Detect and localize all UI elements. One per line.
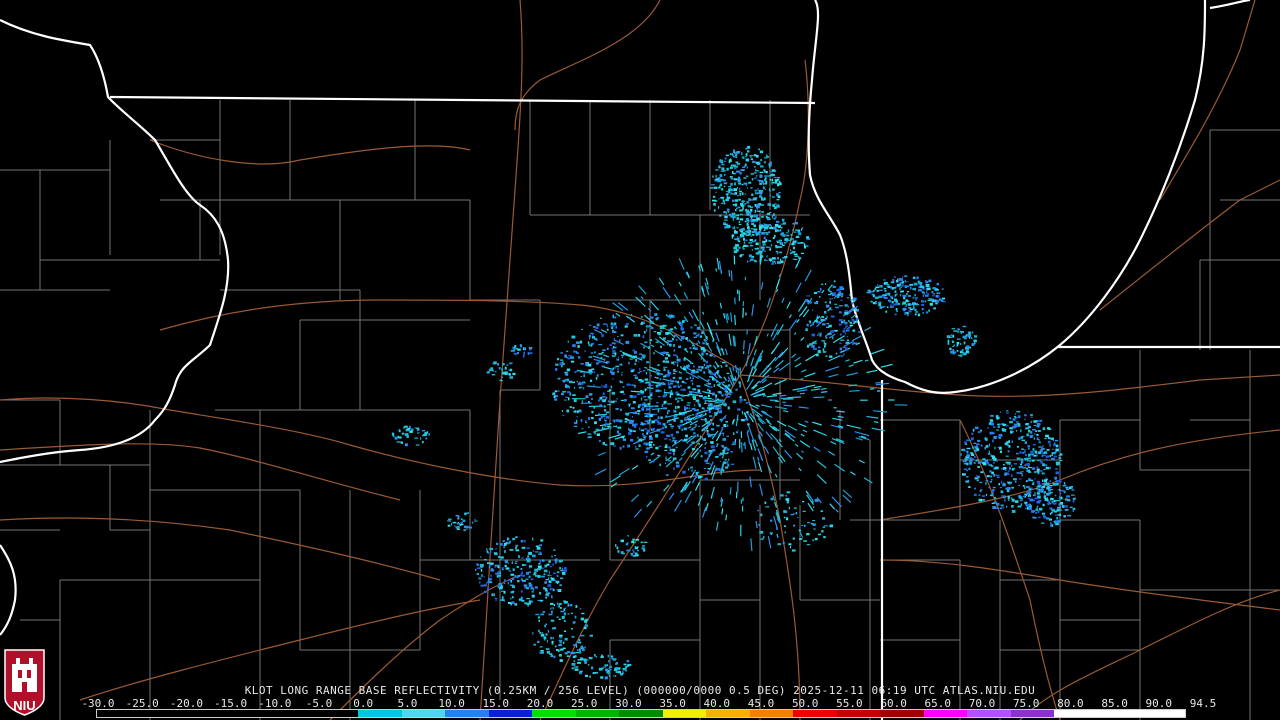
county-borders bbox=[0, 100, 1280, 720]
colorbar-segment bbox=[532, 710, 576, 717]
colorbar-segment bbox=[923, 710, 968, 717]
colorbar-segment bbox=[619, 710, 663, 717]
colorbar-segment bbox=[706, 710, 750, 717]
colorbar-segment bbox=[314, 710, 359, 717]
colorbar-segment bbox=[749, 710, 794, 717]
colorbar-segment bbox=[140, 710, 185, 717]
colorbar-segment bbox=[488, 710, 533, 717]
colorbar-segment bbox=[836, 710, 881, 717]
colorbar-segment bbox=[227, 710, 272, 717]
colorbar-segment bbox=[793, 710, 837, 717]
colorbar-segment bbox=[401, 710, 446, 717]
product-caption: KLOT LONG RANGE BASE REFLECTIVITY (0.25K… bbox=[244, 684, 1036, 697]
reflectivity-colorbar bbox=[96, 709, 1186, 718]
colorbar-segment bbox=[967, 710, 1011, 717]
colorbar-segment bbox=[445, 710, 489, 717]
colorbar-segment bbox=[1010, 710, 1055, 717]
scale-label: 94.5 bbox=[1189, 697, 1217, 710]
colorbar-segment bbox=[1054, 710, 1098, 717]
colorbar-segment bbox=[575, 710, 620, 717]
colorbar-segment bbox=[184, 710, 228, 717]
colorbar-segment bbox=[880, 710, 924, 717]
colorbar-segment bbox=[1141, 710, 1185, 717]
radar-reflectivity bbox=[391, 145, 1076, 680]
colorbar-segment bbox=[662, 710, 707, 717]
colorbar-segment bbox=[358, 710, 402, 717]
logo-text: NIU bbox=[13, 698, 36, 713]
colorbar-segment bbox=[1097, 710, 1142, 717]
lake-michigan-shoreline bbox=[807, 0, 1251, 394]
scale-labels: -30.0 -25.0 -20.0 -15.0 -10.0 -5.0 0.0 5.0 10.0 1… bbox=[81, 697, 1216, 710]
colorbar-segment bbox=[97, 710, 141, 717]
colorbar-segment bbox=[271, 710, 315, 717]
niu-logo-icon: NIU bbox=[3, 646, 46, 716]
radar-map bbox=[0, 0, 1280, 720]
